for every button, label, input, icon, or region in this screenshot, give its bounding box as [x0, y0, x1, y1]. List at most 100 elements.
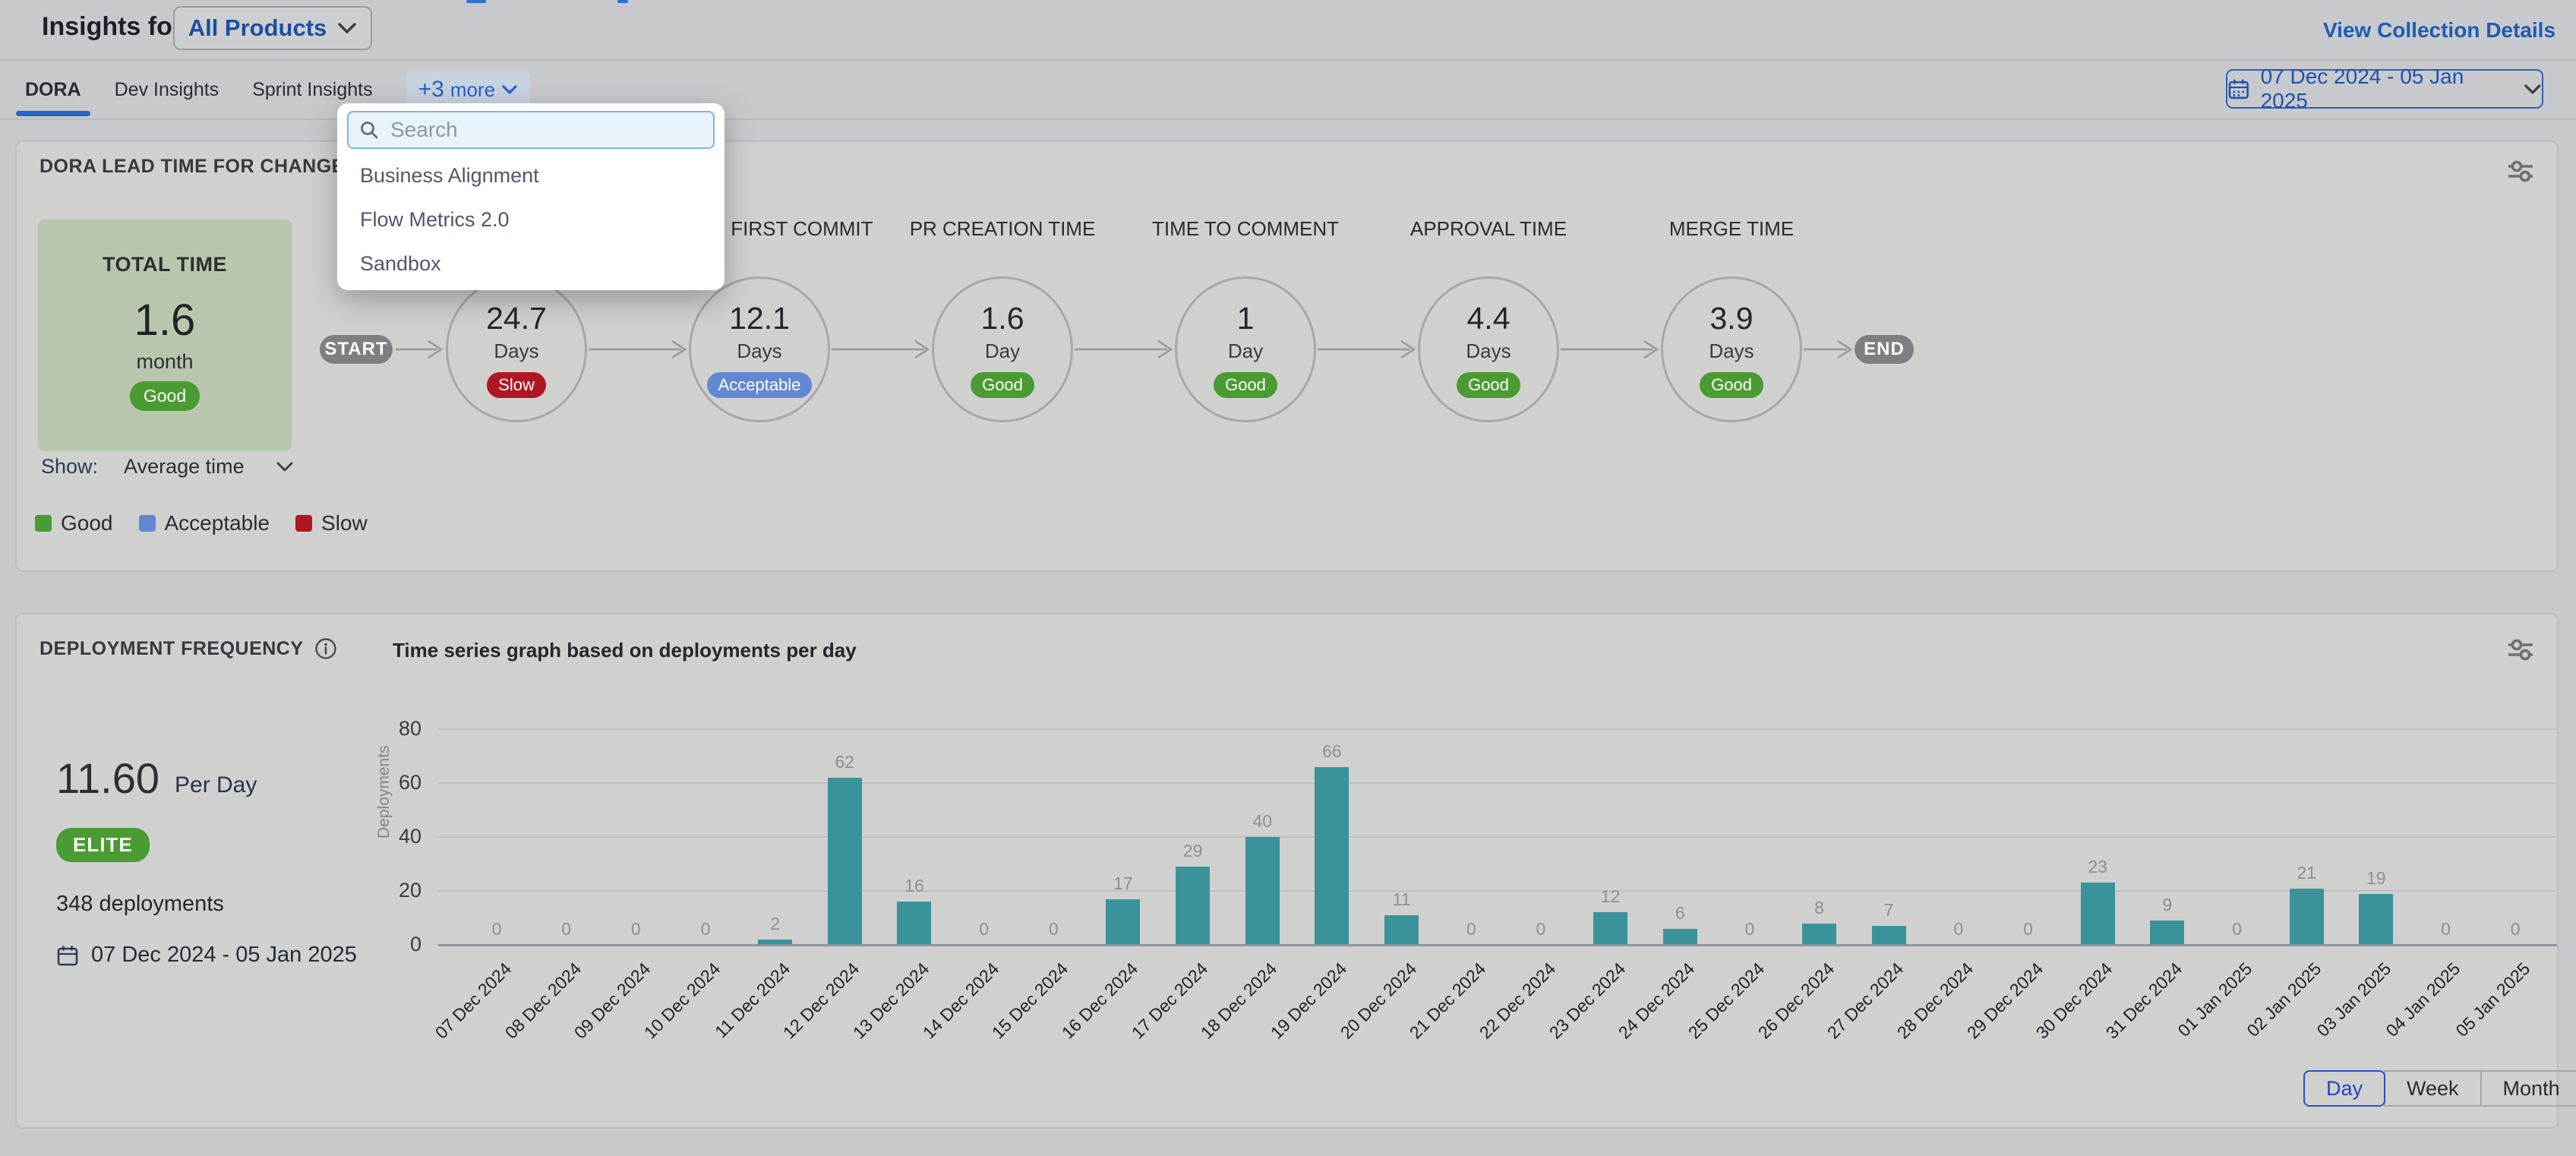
x-axis-label: 08 Dec 2024 [453, 959, 586, 1091]
chart-bar-23-dec-2024[interactable] [1593, 912, 1627, 945]
chart-bar-12-dec-2024[interactable] [828, 778, 862, 945]
granularity-week[interactable]: Week [2384, 1070, 2482, 1107]
chart-bar-17-dec-2024[interactable] [1176, 867, 1210, 945]
info-icon[interactable] [314, 637, 337, 660]
x-axis-label: 07 Dec 2024 [383, 959, 516, 1091]
flow-start-badge: START [320, 335, 393, 364]
chart-bar-19-dec-2024[interactable] [1315, 767, 1349, 945]
tab-dora[interactable]: DORA [16, 61, 90, 118]
granularity-month[interactable]: Month [2480, 1070, 2576, 1107]
stage-rating-badge: Slow [487, 372, 546, 398]
y-axis-tick: 20 [368, 879, 421, 902]
legend-label: Slow [321, 511, 368, 535]
x-axis-label: 25 Dec 2024 [1636, 959, 1769, 1091]
rating-legend: GoodAcceptableSlow [35, 511, 393, 535]
widget-settings-icon[interactable] [2506, 157, 2535, 186]
flow-arrow [1075, 339, 1173, 360]
stage-header-merge-time: MERGE TIME [1618, 216, 1845, 242]
tab-dev-insights[interactable]: Dev Insights [106, 61, 229, 118]
bar-value-label: 62 [810, 752, 879, 772]
x-axis-label: 21 Dec 2024 [1358, 959, 1491, 1091]
dropdown-search-input[interactable] [389, 117, 702, 143]
x-axis-label: 29 Dec 2024 [1915, 959, 2047, 1091]
stage-unit: Days [494, 340, 538, 363]
bar-value-label: 0 [532, 919, 601, 940]
bar-value-label: 0 [1437, 919, 1505, 940]
granularity-day[interactable]: Day [2303, 1070, 2385, 1107]
stage-circle-merge-time[interactable]: 3.9DaysGood [1661, 276, 1802, 422]
chart-bar-27-dec-2024[interactable] [1872, 926, 1906, 945]
chart-bar-18-dec-2024[interactable] [1245, 837, 1280, 945]
chart-bar-30-dec-2024[interactable] [2081, 883, 2115, 945]
stage-circle-time-to-first-commit[interactable]: 12.1DaysAcceptable [689, 276, 830, 422]
page-title: Insights for [42, 12, 182, 42]
bar-value-label: 19 [2342, 868, 2410, 889]
flow-arrow [396, 339, 444, 360]
x-axis-label: 24 Dec 2024 [1567, 959, 1700, 1091]
view-collection-details-link[interactable]: View Collection Details [2323, 18, 2555, 43]
deployment-frequency-panel: DEPLOYMENT FREQUENCY Time series graph b… [15, 613, 2559, 1129]
dropdown-item-flow-metrics-2-0[interactable]: Flow Metrics 2.0 [360, 208, 510, 232]
stage-value: 1 [1237, 301, 1255, 336]
x-axis-label: 27 Dec 2024 [1776, 959, 1908, 1091]
total-time-card: TOTAL TIME 1.6 month Good [38, 220, 292, 451]
chevron-down-icon[interactable] [276, 461, 294, 472]
chart-bar-02-jan-2025[interactable] [2290, 889, 2324, 945]
stage-header-pr-creation-time: PR CREATION TIME [889, 216, 1116, 242]
x-axis-label: 22 Dec 2024 [1427, 959, 1560, 1091]
x-axis-label: 16 Dec 2024 [1009, 959, 1142, 1091]
stage-rating-badge: Good [1214, 372, 1277, 398]
total-time-unit: month [136, 350, 193, 374]
show-metric-select[interactable]: Average time [124, 455, 276, 479]
calendar-icon [56, 944, 79, 967]
bar-value-label: 0 [1994, 919, 2063, 940]
calendar-icon [2227, 77, 2250, 100]
date-range-picker[interactable]: 07 Dec 2024 - 05 Jan 2025 [2226, 69, 2543, 109]
stage-circle-lead-time[interactable]: 24.7 Days Slow [446, 276, 587, 422]
total-deployments: 348 deployments [56, 892, 224, 917]
stage-unit: Day [985, 340, 1020, 363]
collection-selector-button[interactable]: All Products [173, 6, 372, 50]
deployment-panel-title: DEPLOYMENT FREQUENCY [39, 638, 304, 660]
deploys-per-day-value: 11.60 [56, 753, 159, 803]
stage-circle-time-to-comment[interactable]: 1DayGood [1175, 276, 1316, 422]
flow-end-badge: END [1855, 335, 1914, 364]
dropdown-item-business-alignment[interactable]: Business Alignment [360, 164, 539, 188]
legend-item-good: Good [35, 511, 113, 535]
stage-header-time-to-comment: TIME TO COMMENT [1132, 216, 1359, 242]
chart-bar-03-jan-2025[interactable] [2359, 894, 2393, 945]
x-axis-line [438, 944, 2557, 946]
chart-bar-16-dec-2024[interactable] [1106, 899, 1140, 945]
y-axis-tick: 60 [368, 771, 421, 794]
bar-value-label: 0 [1924, 919, 1993, 940]
stage-circle-pr-creation-time[interactable]: 1.6DayGood [932, 276, 1073, 422]
total-time-label: TOTAL TIME [103, 253, 227, 276]
x-axis-label: 10 Dec 2024 [592, 959, 724, 1091]
flow-arrow [1318, 339, 1416, 360]
x-axis-label: 18 Dec 2024 [1149, 959, 1282, 1091]
stage-header-approval-time: APPROVAL TIME [1375, 216, 1602, 242]
legend-label: Good [61, 511, 113, 535]
x-axis-label: 13 Dec 2024 [800, 959, 933, 1091]
chart-bar-20-dec-2024[interactable] [1384, 915, 1419, 945]
more-tabs-label: more [450, 78, 495, 102]
chart-bar-31-dec-2024[interactable] [2150, 921, 2184, 945]
widget-settings-icon[interactable] [2506, 636, 2535, 665]
dropdown-item-sandbox[interactable]: Sandbox [360, 252, 441, 276]
legend-swatch [139, 515, 156, 532]
chart-bar-13-dec-2024[interactable] [897, 902, 931, 945]
chart-bar-24-dec-2024[interactable] [1663, 929, 1697, 945]
bar-value-label: 8 [1785, 898, 1854, 918]
chart-subtitle: Time series graph based on deployments p… [393, 639, 857, 662]
more-tabs-button[interactable]: +3 more [406, 71, 530, 108]
stage-circle-approval-time[interactable]: 4.4DaysGood [1418, 276, 1559, 422]
x-axis-label: 23 Dec 2024 [1497, 959, 1630, 1091]
stage-rating-badge: Acceptable [707, 372, 813, 398]
bar-value-label: 21 [2272, 863, 2341, 883]
granularity-toggle: DayWeekMonth [2303, 1070, 2576, 1107]
stage-value: 24.7 [486, 301, 547, 336]
x-axis-label: 17 Dec 2024 [1079, 959, 1212, 1091]
chart-bar-26-dec-2024[interactable] [1802, 924, 1836, 945]
bar-value-label: 0 [462, 919, 531, 940]
legend-swatch [35, 515, 52, 532]
